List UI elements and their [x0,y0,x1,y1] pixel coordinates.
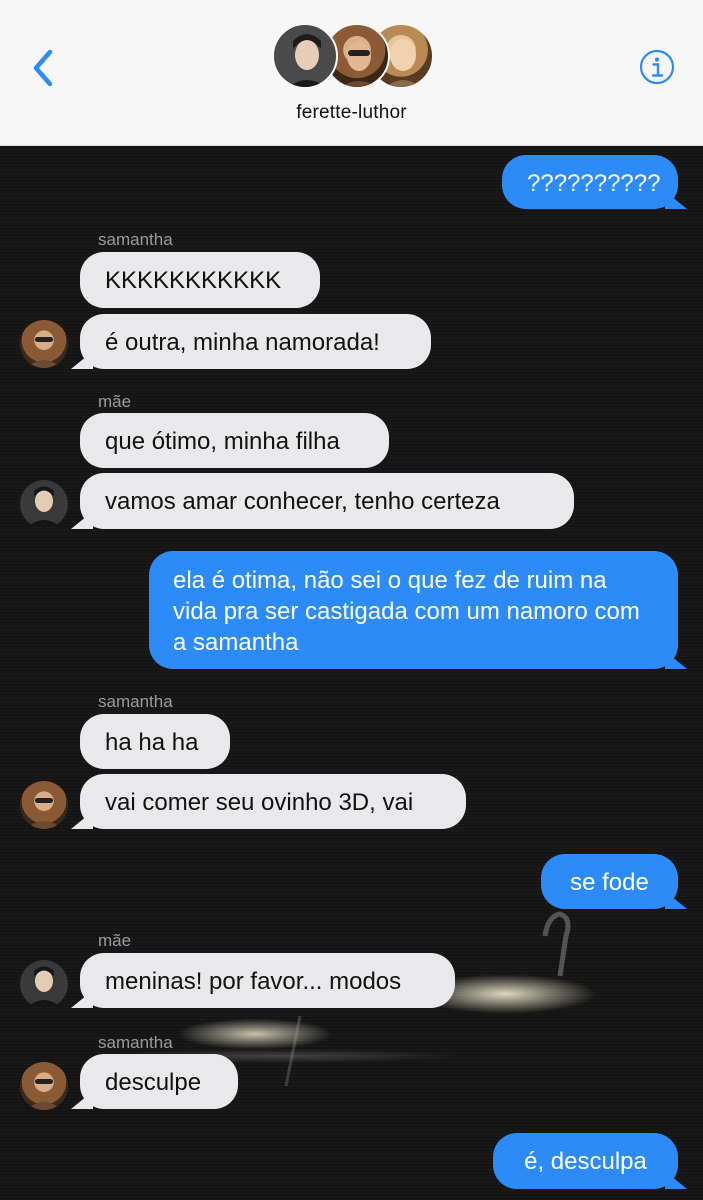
message-thread[interactable]: ?????????? samantha KKKKKKKKKKK é outra,… [0,146,703,1200]
avatar[interactable] [20,480,68,528]
sent-message[interactable]: se fode [541,854,678,909]
received-message[interactable]: é outra, minha namorada! [80,314,431,369]
info-button[interactable] [639,49,675,85]
received-message[interactable]: KKKKKKKKKKK [80,252,320,308]
sender-name: samantha [98,1033,173,1052]
avatar[interactable] [20,320,68,368]
back-button[interactable] [26,46,66,90]
info-icon [639,49,675,85]
avatar[interactable] [20,960,68,1008]
group-avatars[interactable] [272,23,434,91]
avatar[interactable] [20,1062,68,1110]
avatar [272,23,338,89]
sender-name: mãe [98,931,132,950]
received-message[interactable]: desculpe [80,1054,238,1109]
sender-name: samantha [98,692,173,711]
avatar[interactable] [20,781,68,829]
sent-message[interactable]: ?????????? [502,155,678,209]
received-message[interactable]: meninas! por favor... modos [80,953,455,1008]
group-name[interactable]: ferette-luthor [0,102,703,124]
received-message[interactable]: vamos amar conhecer, tenho certeza [80,473,574,529]
received-message[interactable]: que ótimo, minha filha [80,413,389,468]
received-message[interactable]: vai comer seu ovinho 3D, vai [80,774,466,829]
conversation-header: ferette-luthor [0,0,703,146]
sender-name: samantha [98,230,173,249]
sender-name: mãe [98,392,132,411]
chevron-left-icon [33,49,53,87]
received-message[interactable]: ha ha ha [80,714,230,769]
sent-message[interactable]: é, desculpa [493,1133,678,1189]
sent-message[interactable]: ela é otima, não sei o que fez de ruim n… [149,551,678,669]
